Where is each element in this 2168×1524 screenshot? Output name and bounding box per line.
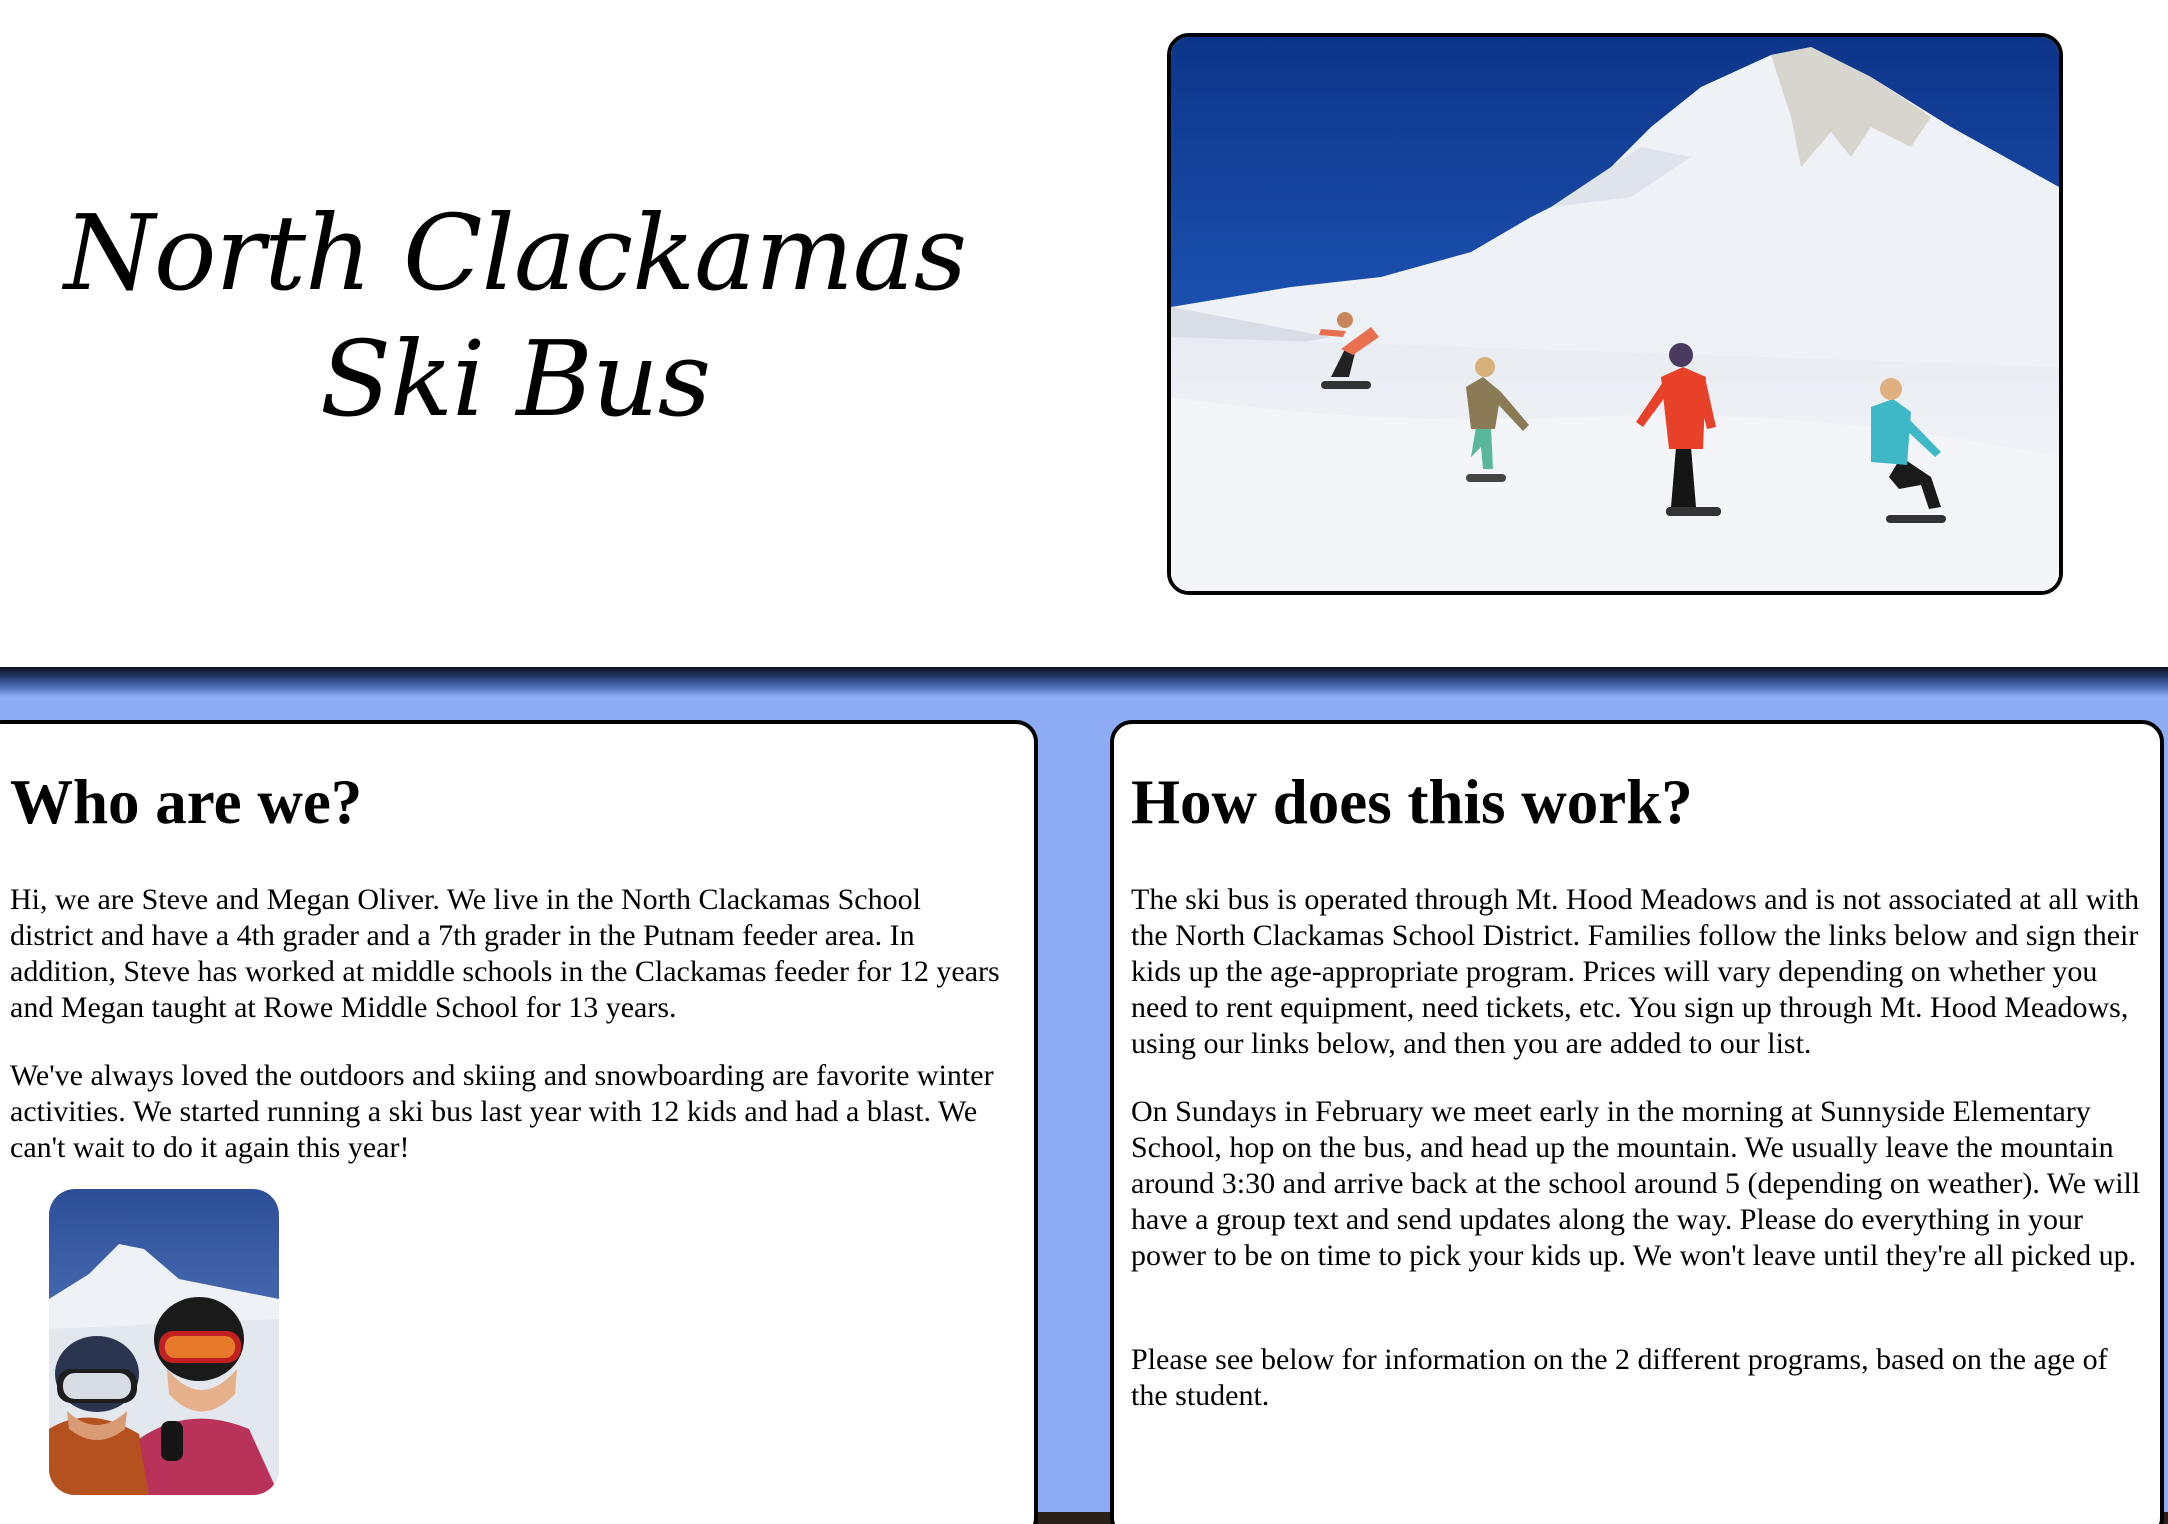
how-does-this-work-heading: How does this work? bbox=[1131, 767, 1693, 837]
how-does-this-work-panel: How does this work? The ski bus is opera… bbox=[1110, 720, 2164, 1524]
site-title: North Clackamas Ski Bus bbox=[0, 190, 1030, 442]
band-top-shadow bbox=[0, 667, 2168, 697]
how-does-this-work-paragraph-2: On Sundays in February we meet early in … bbox=[1131, 1095, 2141, 1272]
how-does-this-work-paragraph-1: The ski bus is operated through Mt. Hood… bbox=[1131, 883, 2140, 1060]
snowboarders-on-mountain-photo bbox=[1171, 37, 2059, 591]
hero-image bbox=[1167, 33, 2063, 595]
family-skiers-selfie-photo bbox=[49, 1189, 279, 1495]
who-are-we-panel: Who are we? Hi, we are Steve and Megan O… bbox=[0, 720, 1038, 1524]
site-title-line-1: North Clackamas bbox=[63, 192, 967, 314]
how-does-this-work-paragraph-3: Please see below for information on the … bbox=[1131, 1343, 2108, 1412]
who-are-we-heading: Who are we? bbox=[10, 767, 363, 837]
who-are-we-paragraph-1: Hi, we are Steve and Megan Oliver. We li… bbox=[10, 883, 1000, 1024]
family-photo bbox=[49, 1189, 279, 1495]
site-title-line-2: Ski Bus bbox=[319, 318, 711, 440]
page-header: North Clackamas Ski Bus bbox=[0, 0, 2168, 667]
who-are-we-paragraph-2: We've always loved the outdoors and skii… bbox=[10, 1059, 994, 1164]
